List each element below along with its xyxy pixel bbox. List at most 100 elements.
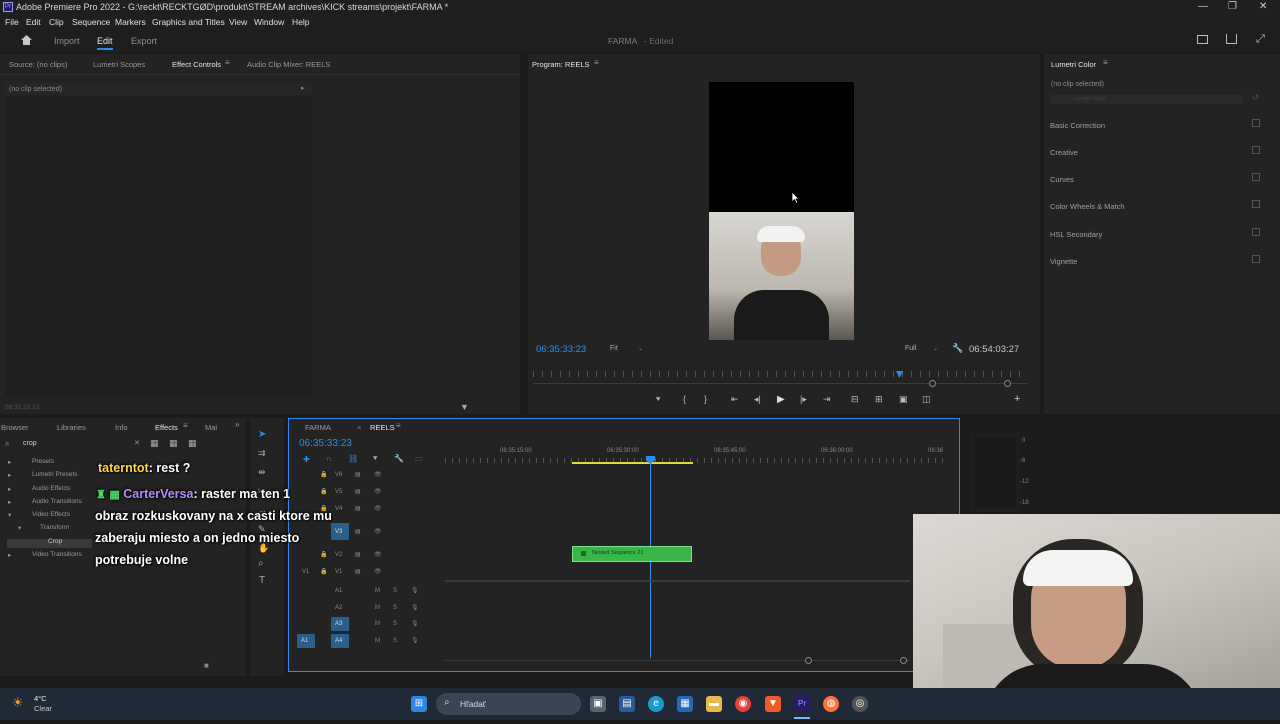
sync-lock-icon[interactable]: ▤ [355,528,361,535]
tab-browser[interactable]: Browser [1,423,29,432]
add-marker-icon[interactable]: ⯆ [655,395,661,405]
tab-lumetri-scopes[interactable]: Lumetri Scopes [93,60,145,69]
export-tab[interactable]: Export [131,36,157,46]
menu-graphics-titles[interactable]: Graphics and Titles [152,17,225,27]
go-to-out-icon[interactable]: ⇥ [823,394,831,405]
accelerated-effects-icon[interactable]: ▦ [150,438,159,449]
menu-help[interactable]: Help [292,17,309,27]
edge-icon[interactable]: e [648,696,664,712]
lock-icon[interactable]: 🔒 [320,488,327,495]
tab-reels[interactable]: REELS [370,423,395,432]
clear-search-icon[interactable]: ✕ [134,439,140,447]
windows-start-icon[interactable]: ⊞ [411,696,427,712]
work-area-bar[interactable] [572,462,693,464]
yuv-effects-icon[interactable]: ▦ [188,438,197,449]
type-tool-icon[interactable]: T [259,575,265,586]
comparison-view-icon[interactable]: ◫ [922,394,931,405]
hsl-secondary-checkbox[interactable] [1252,228,1260,236]
mute-a4-button[interactable]: M [375,638,380,644]
taskbar-search[interactable]: ⌕ Hľadať [436,693,581,715]
nested-sequence-clip[interactable]: Nested Sequence 21 [572,546,692,562]
play-icon[interactable]: ▶ [777,394,785,405]
sync-lock-icon[interactable]: ▤ [355,568,361,575]
nest-toggle-icon[interactable]: ✚ [303,455,310,464]
new-bin-icon[interactable]: ■ [204,661,209,670]
color-wheels-checkbox[interactable] [1252,200,1260,208]
quick-export-icon[interactable] [1197,35,1208,44]
linked-selection-icon[interactable]: ⛓ [348,454,358,463]
mark-in-icon[interactable]: { [683,394,686,404]
sync-lock-icon[interactable]: ▤ [355,471,361,478]
program-menu-icon[interactable]: ≡ [594,58,599,67]
sync-lock-icon[interactable]: ▤ [355,505,361,512]
zoom-handle-right[interactable] [1004,380,1011,387]
share-icon[interactable] [1226,34,1237,44]
lumetri-basic-correction[interactable]: Basic Correction [1050,121,1105,130]
eye-icon[interactable]: 👁 [374,568,382,575]
timeline-menu-icon[interactable]: ≡ [396,421,401,430]
step-forward-icon[interactable]: |▸ [800,394,807,405]
32bit-effects-icon[interactable]: ▦ [169,438,178,449]
solo-a1-button[interactable]: S [393,588,397,594]
tree-audio-transitions[interactable]: Audio Transitions [32,498,82,505]
minimize-icon[interactable]: — [1198,1,1208,12]
tab-info[interactable]: Info [115,423,128,432]
fit-dropdown[interactable]: Fit [610,345,618,352]
tab-source[interactable]: Source: (no clips) [9,60,67,69]
eye-icon[interactable]: 👁 [374,505,382,512]
captions-icon[interactable]: ▭ [415,454,423,463]
microphone-icon[interactable]: 🎙 [411,637,419,644]
timeline-zoom-bar[interactable] [445,660,910,661]
solo-a3-button[interactable]: S [393,621,397,627]
reset-icon[interactable]: ↺ [1252,93,1259,102]
obs-icon[interactable]: ◎ [852,696,868,712]
tree-collapse-arrow-icon[interactable]: ▾ [8,511,11,519]
solo-a2-button[interactable]: S [393,605,397,611]
tree-expand-arrow-icon[interactable]: ▸ [8,471,11,479]
lumetri-menu-icon[interactable]: ≡ [1103,58,1108,67]
eye-icon[interactable]: 👁 [374,551,382,558]
quality-chevron-down-icon[interactable]: ⌄ [933,345,938,352]
tree-lumetri-presets[interactable]: Lumetri Presets [32,471,78,478]
timeline-zoom-handle-right[interactable] [900,657,907,664]
step-back-icon[interactable]: ◂| [754,394,761,405]
eye-icon[interactable]: 👁 [374,471,382,478]
effects-search-input[interactable]: crop [23,440,37,447]
microphone-icon[interactable]: 🎙 [411,587,419,594]
more-tabs-icon[interactable]: » [235,420,239,429]
eye-icon[interactable]: 👁 [374,528,382,535]
curves-checkbox[interactable] [1252,173,1260,181]
firefox-icon[interactable]: ◍ [823,696,839,712]
add-button-icon[interactable]: + [1014,393,1020,405]
extract-icon[interactable]: ⊞ [875,394,883,405]
tree-collapse-arrow-icon[interactable]: ▾ [18,524,21,532]
lumetri-creative[interactable]: Creative [1050,148,1078,157]
fullscreen-icon[interactable]: ⤢ [1256,33,1265,46]
program-ruler[interactable] [533,371,1028,377]
lift-icon[interactable]: ⊟ [851,394,859,405]
snap-icon[interactable]: ∩ [326,454,332,463]
video-audio-divider[interactable] [445,580,910,582]
go-to-in-icon[interactable]: ⇤ [731,394,739,405]
selection-tool-icon[interactable]: ➤ [258,429,266,440]
basic-correction-checkbox[interactable] [1252,119,1260,127]
microphone-icon[interactable]: 🎙 [411,620,419,627]
close-tab-icon[interactable]: × [357,423,361,432]
restore-icon[interactable]: ❐ [1228,1,1237,12]
ripple-edit-tool-icon[interactable]: ⇹ [258,467,266,478]
quality-dropdown[interactable]: Full [905,345,916,352]
track-select-tool-icon[interactable]: ⇉ [258,448,266,459]
fit-chevron-down-icon[interactable]: ⌄ [638,345,643,352]
app-icon[interactable]: ▦ [677,696,693,712]
tab-markers[interactable]: Mai [205,423,217,432]
lock-icon[interactable]: 🔒 [320,551,327,558]
add-marker-timeline-icon[interactable]: ⯆ [372,454,378,464]
taskbar-search-input[interactable]: Hľadať [460,699,486,709]
expand-arrow-icon[interactable]: ▸ [301,84,305,92]
tree-audio-effects[interactable]: Audio Effects [32,485,70,492]
lumetri-hsl-secondary[interactable]: HSL Secondary [1050,230,1102,239]
lumetri-color-wheels[interactable]: Color Wheels & Match [1050,202,1125,211]
tab-lumetri-color[interactable]: Lumetri Color [1051,60,1096,69]
sync-lock-icon[interactable]: ▤ [355,551,361,558]
mute-a3-button[interactable]: M [375,621,380,627]
